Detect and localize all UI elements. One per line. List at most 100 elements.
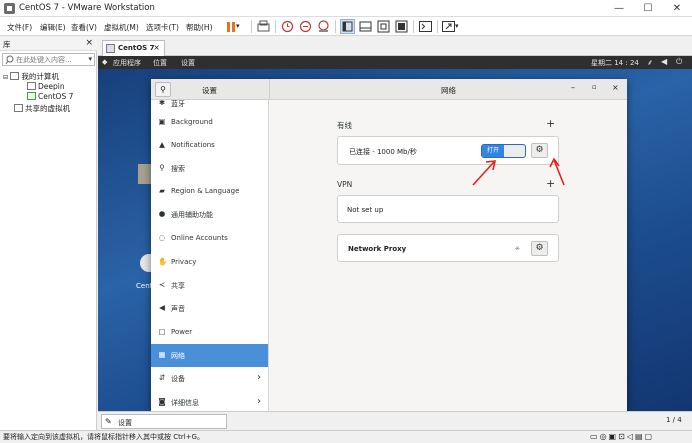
power-menu-icon[interactable]: ⏻ xyxy=(676,57,682,67)
active-app-menu[interactable]: 设置 xyxy=(181,58,195,68)
window-maximize-button[interactable]: ▫ xyxy=(592,83,597,91)
network-adapter-icon[interactable]: ▣ xyxy=(609,432,619,441)
window-close-button[interactable]: × xyxy=(612,83,619,92)
workspace-indicator[interactable]: 1 / 4 xyxy=(666,416,682,424)
sidebar-item-search[interactable]: ⚲ 搜索 xyxy=(151,157,268,180)
fullscreen-icon[interactable] xyxy=(376,19,391,34)
vpn-card: Not set up xyxy=(337,195,559,223)
maximize-button[interactable]: ☐ xyxy=(634,0,662,17)
tree-item-my-computer[interactable]: ⊟ 我的计算机 xyxy=(3,71,59,82)
tree-item-centos7[interactable]: CentOS 7 xyxy=(27,92,73,101)
header-divider xyxy=(269,79,270,100)
sidebar-item-share[interactable]: ≺ 共享 xyxy=(151,274,268,297)
proxy-status-icon: ⚹ xyxy=(515,243,520,252)
library-search-input[interactable]: 在此处键入内容... ▾ xyxy=(2,53,95,66)
hdd-icon[interactable]: ▭ xyxy=(590,432,600,441)
vm-tab-icon xyxy=(106,44,115,53)
sidebar-item-power[interactable]: ▢ Power xyxy=(151,321,268,344)
menu-vm[interactable]: 虚拟机(M) xyxy=(104,22,139,33)
proxy-settings-button[interactable]: ⚙ xyxy=(531,241,548,256)
menu-file[interactable]: 文件(F) xyxy=(7,22,32,33)
cdrom-icon[interactable]: ◎ xyxy=(600,432,609,441)
sidebar-item-label: Privacy xyxy=(171,258,197,266)
host-status-bar: 要将输入定向到该虚拟机，请将鼠标指针移入其中或按 Ctrl+G。 ▭◎▣⊡◁▤▢ xyxy=(0,430,692,443)
settings-window: ⚲ 设置 网络 – ▫ × ✱ 蓝牙 ▣ Background ▲ Notificatio… xyxy=(151,79,627,415)
applications-menu[interactable]: 应用程序 xyxy=(113,58,141,68)
sound-card-icon[interactable]: ◁ xyxy=(627,432,635,441)
menu-help[interactable]: 帮助(H) xyxy=(186,22,213,33)
volume-icon[interactable]: ◀ xyxy=(661,57,667,66)
computer-icon xyxy=(10,72,20,80)
console-view-icon[interactable] xyxy=(340,19,355,34)
usb-icon[interactable]: ⊡ xyxy=(618,432,627,441)
region-icon: ▰ xyxy=(159,186,165,195)
bluetooth-icon: ✱ xyxy=(158,100,166,107)
tree-item-deepin[interactable]: Deepin xyxy=(27,82,65,91)
network-status-icon[interactable]: ⸙ xyxy=(647,57,653,68)
minimize-button[interactable]: — xyxy=(605,0,633,17)
library-close-button[interactable]: × xyxy=(85,38,93,48)
vpn-empty-label: Not set up xyxy=(347,206,384,214)
tab-centos7[interactable]: CentOS 7 × xyxy=(102,40,165,56)
snapshot-icon[interactable] xyxy=(280,19,295,34)
vm-running-icon xyxy=(27,92,36,100)
window-minimize-button[interactable]: – xyxy=(571,83,575,92)
settings-tool-icon: ✎ xyxy=(105,417,112,426)
settings-title: 设置 xyxy=(202,86,217,95)
clock[interactable]: 星期二 14 : 24 xyxy=(591,58,639,68)
menu-tabs[interactable]: 选项卡(T) xyxy=(146,22,179,33)
privacy-icon: ✋ xyxy=(158,257,168,266)
sidebar-item-sound[interactable]: ◀ 声音 xyxy=(151,297,268,320)
library-search-placeholder: 在此处键入内容... xyxy=(16,56,72,64)
search-icon[interactable]: ⚲ xyxy=(155,82,171,97)
network-proxy-card[interactable]: Network Proxy ⚹ ⚙ xyxy=(337,234,559,262)
tab-label: CentOS 7 xyxy=(118,44,155,52)
collapse-icon[interactable]: ⊟ xyxy=(3,74,8,81)
tree-item-shared-vms[interactable]: 共享的虚拟机 xyxy=(14,103,70,114)
sidebar-item-label: 共享 xyxy=(171,282,185,290)
stretch-dropdown-icon[interactable]: ▾ xyxy=(455,19,470,34)
device-status-icons[interactable]: ▭◎▣⊡◁▤▢ xyxy=(590,432,654,441)
sidebar-item-online-accounts[interactable]: ◌ Online Accounts xyxy=(151,227,268,250)
title-bar: CentOS 7 - VMware Workstation — ☐ ✕ xyxy=(0,0,692,17)
sidebar-item-region[interactable]: ▰ Region & Language xyxy=(151,180,268,203)
sidebar-item-label: 搜索 xyxy=(171,165,185,173)
menu-view[interactable]: 查看(V) xyxy=(71,22,97,33)
unity-icon[interactable] xyxy=(394,19,409,34)
menu-edit[interactable]: 编辑(E) xyxy=(40,22,66,33)
library-header: 库 × xyxy=(0,37,97,51)
toolbar-divider xyxy=(275,20,276,33)
wired-status: 已连接 - 1000 Mb/秒 xyxy=(349,148,417,156)
toolbar-divider xyxy=(413,20,414,33)
sidebar-item-label: Notifications xyxy=(171,141,215,149)
chevron-down-icon[interactable]: ▾ xyxy=(88,54,92,64)
send-keys-icon[interactable] xyxy=(256,19,271,34)
sidebar-item-label: 声音 xyxy=(171,305,185,313)
search-icon xyxy=(5,55,14,65)
display-icon[interactable]: ▢ xyxy=(645,432,655,441)
thumbnail-view-icon[interactable] xyxy=(358,19,373,34)
chevron-right-icon: › xyxy=(257,396,261,407)
sidebar-item-bell[interactable]: ▲ Notifications xyxy=(151,134,268,157)
sidebar-item-network[interactable]: ▦ 网络 xyxy=(151,344,268,367)
sidebar-item-background[interactable]: ▣ Background xyxy=(151,111,268,134)
pause-dropdown-icon[interactable]: ▾ xyxy=(236,19,251,34)
places-menu[interactable]: 位置 xyxy=(153,58,167,68)
snapshot-manager-icon[interactable] xyxy=(316,19,331,34)
taskbar-item-settings[interactable]: ✎ 设置 xyxy=(101,414,227,429)
network-icon: ▦ xyxy=(158,350,166,359)
sidebar-item-accessibility[interactable]: ● 通用辅助功能 xyxy=(151,203,268,226)
input-hint: 要将输入定向到该虚拟机，请将鼠标指针移入其中或按 Ctrl+G。 xyxy=(3,433,204,441)
sidebar-item-privacy[interactable]: ✋ Privacy xyxy=(151,251,268,274)
sidebar-item-label: 详细信息 xyxy=(171,399,199,407)
stretch-icon[interactable] xyxy=(441,19,456,34)
search-icon: ⚲ xyxy=(159,163,165,172)
close-button[interactable]: ✕ xyxy=(663,0,691,17)
sidebar-item-devices[interactable]: ⇵ 设备 › xyxy=(151,367,268,390)
tab-close-button[interactable]: × xyxy=(153,43,160,52)
add-wired-button[interactable]: + xyxy=(546,117,555,130)
network-proxy-label: Network Proxy xyxy=(348,245,407,253)
terminal-icon[interactable] xyxy=(418,19,433,34)
printer-icon[interactable]: ▤ xyxy=(635,432,645,441)
revert-snapshot-icon[interactable] xyxy=(298,19,313,34)
